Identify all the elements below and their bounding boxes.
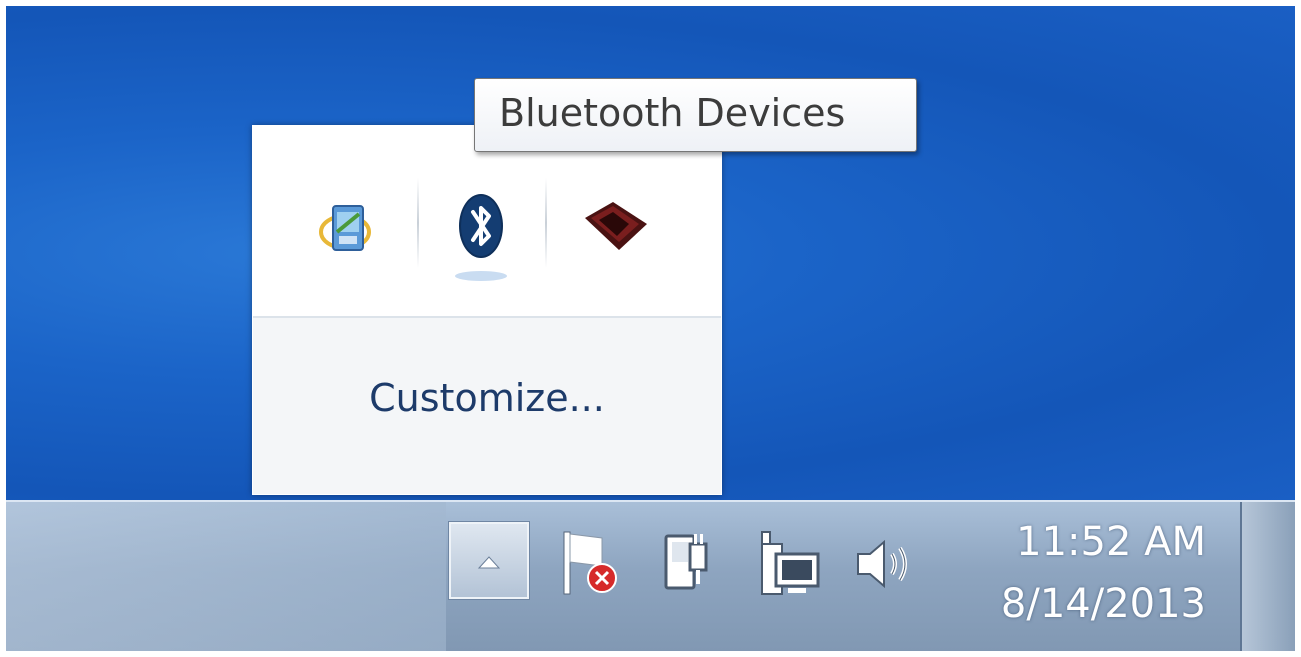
clock-date: 8/14/2013 (1000, 581, 1206, 627)
chevron-up-icon (477, 556, 501, 569)
show-desktop-button[interactable] (1240, 502, 1295, 651)
clock-time: 11:52 AM (1016, 519, 1206, 565)
icon-separator (417, 178, 419, 268)
tooltip-text: Bluetooth Devices (499, 91, 846, 135)
network-adapter-icon[interactable] (315, 192, 379, 262)
taskbar-empty-area[interactable] (6, 502, 446, 651)
taskbar: 11:52 AM 8/14/2013 (6, 500, 1295, 651)
hidden-icons-area (253, 126, 721, 318)
bluetooth-icon[interactable] (449, 186, 513, 286)
clock[interactable]: 11:52 AM 8/14/2013 (956, 516, 1206, 630)
icon-separator (545, 178, 547, 268)
app-tray-icon[interactable] (579, 196, 653, 256)
screen: Customize... Bluetooth Devices 11:52 AM … (6, 6, 1295, 651)
customize-link[interactable]: Customize... (253, 376, 721, 420)
power-plug-icon[interactable] (656, 526, 718, 600)
tooltip: Bluetooth Devices (474, 78, 917, 152)
notification-overflow-popup: Customize... (252, 125, 722, 495)
action-center-flag-icon[interactable] (554, 526, 624, 606)
network-icon[interactable] (752, 528, 828, 602)
volume-icon[interactable] (852, 534, 922, 594)
show-hidden-icons-button[interactable] (449, 522, 529, 599)
